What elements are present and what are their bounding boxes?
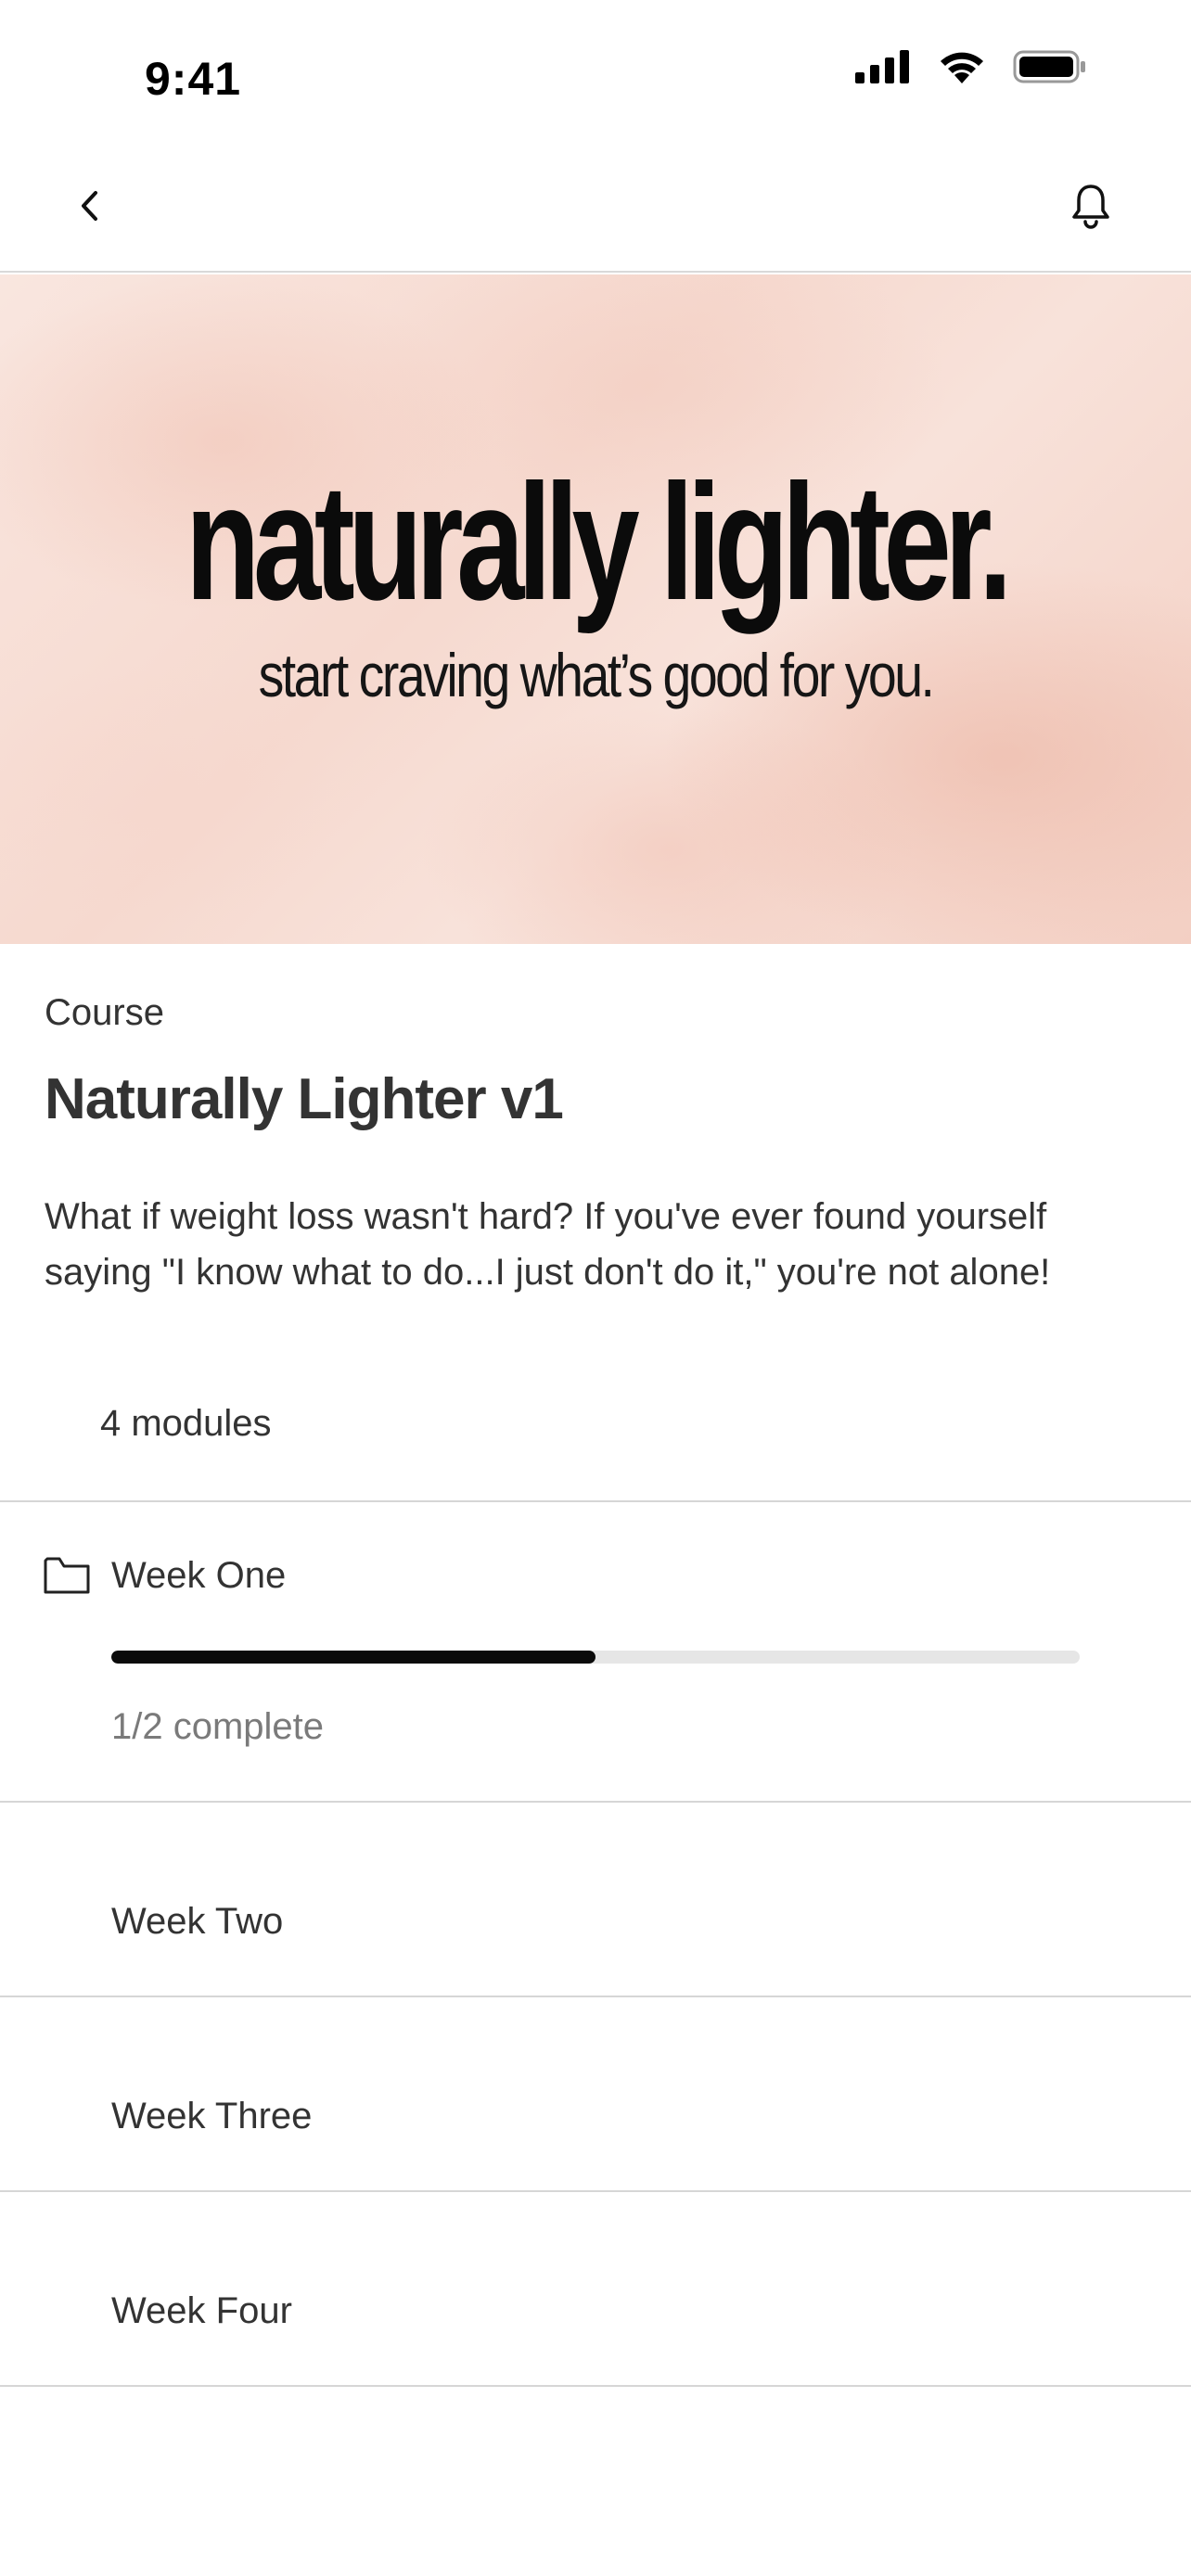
course-title: Naturally Lighter v1 xyxy=(45,1067,564,1131)
cover-subtitle: start craving what’s good for you. xyxy=(258,641,935,709)
status-time: 9:41 xyxy=(145,53,242,105)
folder-icon xyxy=(44,1557,90,1594)
notifications-button[interactable] xyxy=(1046,172,1135,239)
module-progress-text: 1/2 complete xyxy=(111,1706,325,1747)
divider xyxy=(0,1996,1191,1997)
chevron-left-icon xyxy=(82,191,97,221)
course-cover-image: naturally lighter. start craving what’s … xyxy=(0,274,1191,944)
module-progress-fill xyxy=(111,1651,596,1664)
divider xyxy=(0,2385,1191,2387)
back-button[interactable] xyxy=(56,172,122,239)
divider xyxy=(0,2190,1191,2192)
divider xyxy=(0,1801,1191,1803)
module-title: Week Two xyxy=(111,1901,284,1942)
status-icons xyxy=(855,48,1087,90)
cellular-signal-icon xyxy=(855,50,911,88)
battery-icon xyxy=(1013,48,1087,90)
cover-title: naturally lighter. xyxy=(185,450,1013,634)
status-bar: 9:41 xyxy=(0,0,1191,139)
course-description: What if weight loss wasn't hard? If you'… xyxy=(45,1196,1051,1293)
module-title: Week Four xyxy=(111,2290,292,2331)
module-title: Week Three xyxy=(111,2096,313,2136)
modules-count: 4 modules xyxy=(100,1403,272,1444)
wifi-icon xyxy=(937,48,987,90)
navigation-bar xyxy=(0,139,1191,273)
content-type-label: Course xyxy=(45,992,164,1033)
divider xyxy=(0,1500,1191,1502)
module-progress-bar xyxy=(111,1651,1080,1664)
module-title: Week One xyxy=(111,1555,287,1596)
bell-icon xyxy=(1072,185,1109,229)
